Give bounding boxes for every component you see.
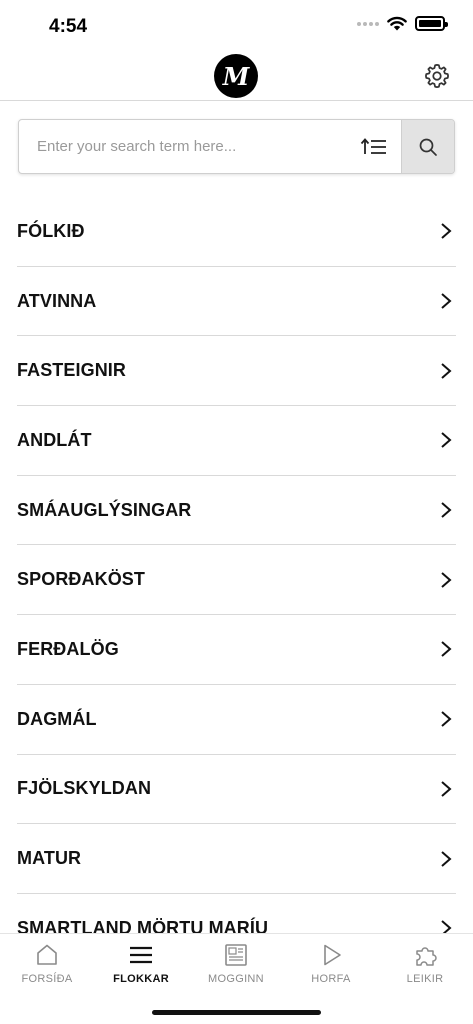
list-item[interactable]: ANDLÁT xyxy=(17,406,456,476)
app-header: M xyxy=(0,52,473,101)
chevron-right-icon xyxy=(441,920,452,933)
list-item[interactable]: DAGMÁL xyxy=(17,685,456,755)
chevron-right-icon xyxy=(441,641,452,658)
battery-icon xyxy=(415,16,448,31)
list-item[interactable]: MATUR xyxy=(17,824,456,894)
tab-label: FORSÍÐA xyxy=(21,973,73,985)
menu-icon xyxy=(130,946,152,964)
list-item-label: FÓLKIÐ xyxy=(17,220,85,241)
search-button[interactable] xyxy=(401,120,454,173)
tab-flokkar[interactable]: FLOKKAR xyxy=(94,934,188,994)
search-input[interactable] xyxy=(19,120,339,173)
list-item-label: FASTEIGNIR xyxy=(17,360,127,381)
chevron-right-icon xyxy=(441,223,452,240)
home-indicator[interactable] xyxy=(152,1010,321,1015)
sort-icon[interactable] xyxy=(359,133,389,161)
chevron-right-icon xyxy=(441,293,452,309)
list-item[interactable]: FJÖLSKYLDAN xyxy=(17,755,456,825)
category-list: FÓLKIÐ ATVINNA FASTEIGNIR ANDLÁT SMÁAUGL… xyxy=(17,197,456,933)
chevron-right-icon xyxy=(441,362,452,379)
wifi-icon xyxy=(387,16,407,31)
list-item-label: FJÖLSKYLDAN xyxy=(17,778,152,799)
logo[interactable]: M xyxy=(214,54,258,98)
tab-label: HORFA xyxy=(311,973,351,985)
list-item-label: ANDLÁT xyxy=(17,429,92,450)
tab-forsida[interactable]: FORSÍÐA xyxy=(0,934,94,994)
tab-leikir[interactable]: LEIKIR xyxy=(378,934,472,994)
search-bar xyxy=(18,119,455,174)
puzzle-icon xyxy=(416,947,437,966)
search-icon xyxy=(419,138,437,156)
list-item-label: SMARTLAND MÖRTU MARÍU xyxy=(17,917,269,933)
chevron-right-icon xyxy=(441,711,452,727)
play-icon xyxy=(324,944,341,966)
gear-icon[interactable] xyxy=(423,62,451,90)
chevron-right-icon xyxy=(441,850,452,867)
status-bar: 4:54 xyxy=(0,0,473,52)
list-item-label: SMÁAUGLÝSINGAR xyxy=(17,499,192,520)
home-icon xyxy=(37,944,57,965)
newspaper-icon xyxy=(225,944,247,966)
list-item-label: MATUR xyxy=(17,848,82,869)
list-item-label: ATVINNA xyxy=(17,290,97,311)
list-item[interactable]: FASTEIGNIR xyxy=(17,336,456,407)
status-time: 4:54 xyxy=(49,16,88,37)
list-item[interactable]: ATVINNA xyxy=(17,267,456,337)
list-item-label: SPORÐAKÖST xyxy=(17,569,146,590)
list-item[interactable]: SMARTLAND MÖRTU MARÍU xyxy=(17,894,456,933)
list-item-label: DAGMÁL xyxy=(17,708,97,729)
cellular-signal-icon xyxy=(357,21,379,26)
list-item-label: FERÐALÖG xyxy=(17,638,119,659)
tab-label: FLOKKAR xyxy=(113,973,169,985)
list-item[interactable]: FERÐALÖG xyxy=(17,615,456,685)
tab-mogginn[interactable]: MOGGINN xyxy=(189,934,283,994)
chevron-right-icon xyxy=(441,432,452,449)
tab-label: LEIKIR xyxy=(406,973,444,985)
tab-horfa[interactable]: HORFA xyxy=(284,934,378,994)
logo-letter: M xyxy=(222,61,250,91)
list-item[interactable]: SPORÐAKÖST xyxy=(17,545,456,616)
list-item[interactable]: FÓLKIÐ xyxy=(17,197,456,267)
chevron-right-icon xyxy=(441,572,452,588)
chevron-right-icon xyxy=(441,781,452,797)
tab-bar: FORSÍÐA FLOKKAR MOGGINN HORFA LEIKIR xyxy=(0,933,473,1024)
tab-label: MOGGINN xyxy=(208,973,264,985)
status-icons xyxy=(357,16,448,31)
chevron-right-icon xyxy=(441,502,452,518)
list-item[interactable]: SMÁAUGLÝSINGAR xyxy=(17,476,456,546)
